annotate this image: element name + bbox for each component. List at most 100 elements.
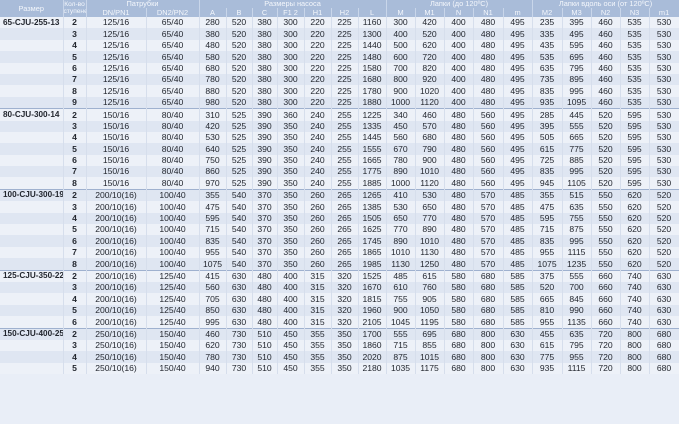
table-cell: 300 xyxy=(277,85,305,97)
table-cell: 475 xyxy=(199,201,227,213)
table-cell: 1075 xyxy=(199,258,227,271)
table-cell: 720 xyxy=(415,51,445,63)
table-cell: 680 xyxy=(444,327,474,340)
table-cell: 320 xyxy=(331,304,359,317)
table-cell: 520 xyxy=(226,17,253,29)
table-cell: 550 xyxy=(591,212,621,225)
table-cell: 285 xyxy=(532,108,563,121)
table-cell: 535 xyxy=(620,51,650,63)
table-cell: 320 xyxy=(331,293,359,305)
table-cell: 125/16 xyxy=(86,17,147,29)
table-cell: 680 xyxy=(473,316,504,329)
table-cell: 125/16 xyxy=(86,73,147,86)
table-cell: 835 xyxy=(532,235,563,247)
table-cell: 635 xyxy=(532,62,563,74)
table-cell: 320 xyxy=(331,316,359,329)
table-cell: 540 xyxy=(226,224,253,236)
table-cell: 220 xyxy=(304,85,332,97)
table-cell: 240 xyxy=(304,131,332,144)
column-header: N3 xyxy=(620,8,650,17)
table-cell: 460 xyxy=(591,62,621,74)
table-cell: 1625 xyxy=(358,224,387,236)
table-cell: 1130 xyxy=(415,246,445,259)
table-row: 125-CJU-350-22 2 200/10(16) 125/40 415 630 480… xyxy=(0,269,679,282)
table-cell: 80/40 xyxy=(146,131,200,144)
table-cell: 250/10(16) xyxy=(86,327,147,340)
table-cell: 680 xyxy=(473,269,504,282)
table-row: 9 125/16 65/40 980 520 380 300 220 225 1880 1000 11… xyxy=(0,96,679,109)
table-cell: 585 xyxy=(503,269,533,282)
stages-cell: 8 xyxy=(63,258,87,271)
table-cell: 810 xyxy=(532,304,563,317)
table-cell: 680 xyxy=(415,131,445,144)
table-cell: 350 xyxy=(331,327,359,340)
table-cell: 1680 xyxy=(358,73,387,86)
table-cell: 620 xyxy=(620,246,650,259)
table-cell: 740 xyxy=(620,281,650,294)
table-cell: 495 xyxy=(503,177,533,190)
table-cell: 1075 xyxy=(532,258,563,271)
table-cell: 510 xyxy=(252,362,278,375)
table-cell: 595 xyxy=(620,177,650,190)
table-cell: 265 xyxy=(331,201,359,213)
table-cell: 1880 xyxy=(358,96,387,109)
table-cell: 240 xyxy=(304,154,332,167)
table-cell: 555 xyxy=(562,269,592,282)
table-cell: 395 xyxy=(562,17,592,29)
table-cell: 225 xyxy=(331,39,359,52)
table-cell: 335 xyxy=(532,28,563,40)
table-cell: 350 xyxy=(277,224,305,236)
table-cell: 200/10(16) xyxy=(86,316,147,329)
table-cell: 495 xyxy=(503,39,533,52)
pump-size-cell: 65-CJU-255-13 xyxy=(0,17,64,29)
table-cell: 520 xyxy=(591,120,621,132)
table-cell: 350 xyxy=(277,258,305,271)
table-cell: 225 xyxy=(331,51,359,63)
table-cell: 390 xyxy=(252,166,278,178)
table-cell: 755 xyxy=(562,212,592,225)
table-cell: 595 xyxy=(199,212,227,225)
table-cell: 150/16 xyxy=(86,154,147,167)
table-cell: 65/40 xyxy=(146,39,200,52)
table-cell: 630 xyxy=(226,281,253,294)
table-cell: 480 xyxy=(444,166,474,178)
table-cell: 530 xyxy=(649,108,679,121)
table-cell: 495 xyxy=(503,166,533,178)
table-cell: 995 xyxy=(562,85,592,97)
table-cell: 400 xyxy=(444,62,474,74)
table-cell: 580 xyxy=(444,316,474,329)
table-cell: 1865 xyxy=(358,246,387,259)
table-cell: 400 xyxy=(277,281,305,294)
table-cell: 595 xyxy=(562,39,592,52)
table-cell: 820 xyxy=(415,62,445,74)
table-cell: 800 xyxy=(473,327,504,340)
table-cell: 100/40 xyxy=(146,188,200,202)
table-cell: 520 xyxy=(591,166,621,178)
table-cell: 480 xyxy=(199,39,227,52)
table-cell: 450 xyxy=(277,339,305,352)
stages-cell: 5 xyxy=(63,362,87,375)
table-cell: 740 xyxy=(620,304,650,317)
table-cell: 485 xyxy=(503,235,533,247)
table-cell: 390 xyxy=(252,143,278,155)
table-cell: 300 xyxy=(277,39,305,52)
table-cell: 450 xyxy=(277,327,305,340)
table-cell: 370 xyxy=(252,201,278,213)
stages-cell: 2 xyxy=(63,108,87,121)
table-cell: 480 xyxy=(252,269,278,282)
table-cell: 260 xyxy=(304,212,332,225)
table-cell: 125/16 xyxy=(86,96,147,109)
table-cell: 1130 xyxy=(386,258,416,271)
table-cell: 475 xyxy=(532,201,563,213)
table-cell: 835 xyxy=(532,166,563,178)
table-cell: 315 xyxy=(304,316,332,329)
table-cell: 125/16 xyxy=(86,28,147,40)
table-cell: 720 xyxy=(591,327,621,340)
header-pump-dimensions: Размеры насоса xyxy=(199,0,387,8)
table-cell: 225 xyxy=(331,96,359,109)
table-cell: 660 xyxy=(591,269,621,282)
table-cell: 525 xyxy=(226,177,253,190)
table-cell: 1580 xyxy=(358,62,387,74)
table-cell: 375 xyxy=(532,269,563,282)
table-cell: 770 xyxy=(386,224,416,236)
